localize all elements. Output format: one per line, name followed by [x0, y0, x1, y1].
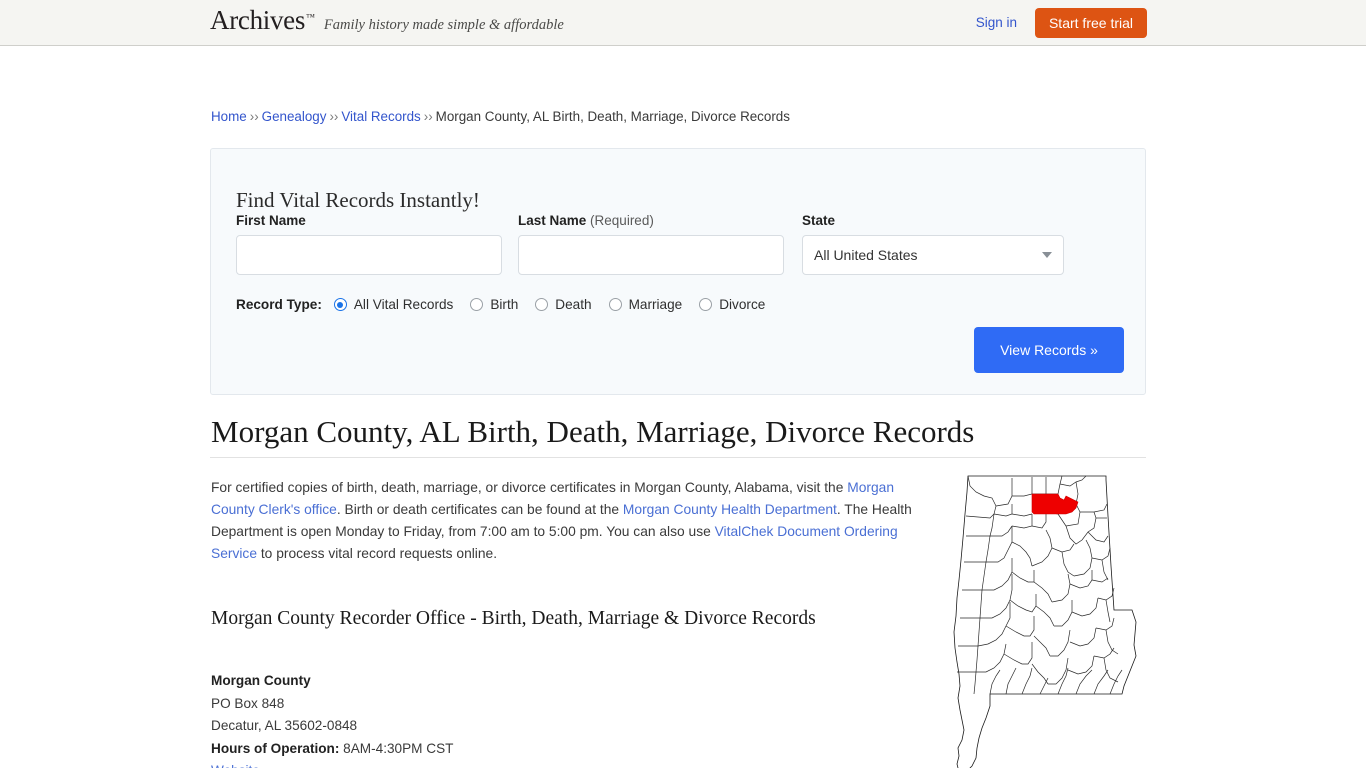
- breadcrumb-item-home[interactable]: Home: [211, 109, 247, 124]
- logo-wordmark: Archives: [210, 5, 306, 35]
- office-city-state-zip: Decatur, AL 35602-0848: [211, 718, 358, 733]
- health-department-link[interactable]: Morgan County Health Department: [623, 502, 837, 517]
- office-website-link[interactable]: Website: [211, 763, 260, 768]
- last-name-label: Last Name (Required): [518, 213, 784, 228]
- radio-label-divorce: Divorce: [719, 297, 766, 312]
- header-actions: Sign in Start free trial: [976, 0, 1147, 45]
- intro-text-4: to process vital record requests online.: [257, 546, 498, 561]
- breadcrumb-separator: ››: [249, 109, 259, 124]
- breadcrumb-item-genealogy[interactable]: Genealogy: [262, 109, 327, 124]
- state-label: State: [802, 213, 836, 228]
- radio-icon: [470, 298, 484, 311]
- search-panel-title: Find Vital Records Instantly!: [236, 188, 480, 213]
- radio-death[interactable]: Death: [535, 297, 592, 312]
- state-select[interactable]: All United States: [802, 235, 1064, 275]
- radio-icon: [535, 298, 549, 311]
- record-type-row: Record Type: All Vital Records Birth Dea…: [236, 297, 782, 312]
- last-name-label-text: Last Name: [518, 213, 587, 228]
- breadcrumb-item-vital-records[interactable]: Vital Records: [341, 109, 420, 124]
- office-street: PO Box 848: [211, 695, 285, 711]
- first-name-field-group: First Name: [236, 213, 502, 275]
- recorder-office-heading: Morgan County Recorder Office - Birth, D…: [211, 608, 816, 629]
- logo-tagline: Family history made simple & affordable: [323, 17, 564, 33]
- breadcrumb-item-current: Morgan County, AL Birth, Death, Marriage…: [435, 109, 790, 124]
- radio-label-all: All Vital Records: [353, 297, 454, 312]
- radio-marriage[interactable]: Marriage: [608, 297, 683, 312]
- radio-label-birth: Birth: [490, 297, 519, 312]
- title-divider: [210, 457, 1146, 458]
- trademark-icon: ™: [306, 12, 315, 22]
- intro-text-1: For certified copies of birth, death, ma…: [211, 480, 848, 495]
- hours-label: Hours of Operation:: [211, 740, 340, 756]
- state-field-group: State All United States: [802, 213, 1064, 275]
- last-name-input[interactable]: [518, 235, 784, 275]
- radio-birth[interactable]: Birth: [470, 297, 518, 312]
- breadcrumb-separator: ››: [329, 109, 339, 124]
- breadcrumb-separator: ››: [423, 109, 433, 124]
- hours-value: 8AM-4:30PM CST: [343, 740, 454, 756]
- radio-icon: [608, 298, 622, 311]
- radio-label-marriage: Marriage: [628, 297, 683, 312]
- view-records-button[interactable]: View Records »: [974, 327, 1124, 373]
- intro-text-2: . Birth or death certificates can be fou…: [336, 502, 623, 517]
- vital-records-search-panel: Find Vital Records Instantly! First Name…: [210, 148, 1146, 395]
- office-hours-row: Hours of Operation: 8AM-4:30PM CST: [211, 738, 811, 761]
- site-logo[interactable]: Archives ™ Family history made simple & …: [210, 7, 564, 34]
- recorder-office-address: Morgan County PO Box 848 Decatur, AL 356…: [211, 670, 811, 768]
- first-name-input[interactable]: [236, 235, 502, 275]
- radio-divorce[interactable]: Divorce: [699, 297, 765, 312]
- sign-in-link[interactable]: Sign in: [976, 15, 1017, 30]
- alabama-map-svg: [953, 475, 1137, 768]
- state-select-wrap: All United States: [802, 235, 1064, 275]
- radio-icon: [699, 298, 713, 311]
- site-header: Archives ™ Family history made simple & …: [0, 0, 1366, 46]
- header-inner: Archives ™ Family history made simple & …: [0, 0, 1366, 45]
- record-type-label: Record Type:: [236, 297, 322, 312]
- start-free-trial-button[interactable]: Start free trial: [1034, 7, 1147, 38]
- state-outline: [953, 475, 1137, 768]
- office-name: Morgan County: [211, 673, 311, 688]
- breadcrumb: Home ›› Genealogy ›› Vital Records ›› Morgan C…: [211, 109, 790, 124]
- intro-paragraph: For certified copies of birth, death, ma…: [211, 477, 923, 565]
- radio-label-death: Death: [555, 297, 592, 312]
- office-website-row: Website: [211, 760, 811, 768]
- first-name-label: First Name: [236, 213, 306, 228]
- radio-all-vital-records[interactable]: All Vital Records: [333, 297, 454, 312]
- alabama-county-map: [946, 470, 1151, 768]
- page-title: Morgan County, AL Birth, Death, Marriage…: [211, 414, 975, 449]
- last-name-field-group: Last Name (Required): [518, 213, 784, 275]
- radio-icon-selected: [333, 298, 347, 311]
- last-name-required-note: (Required): [590, 213, 654, 228]
